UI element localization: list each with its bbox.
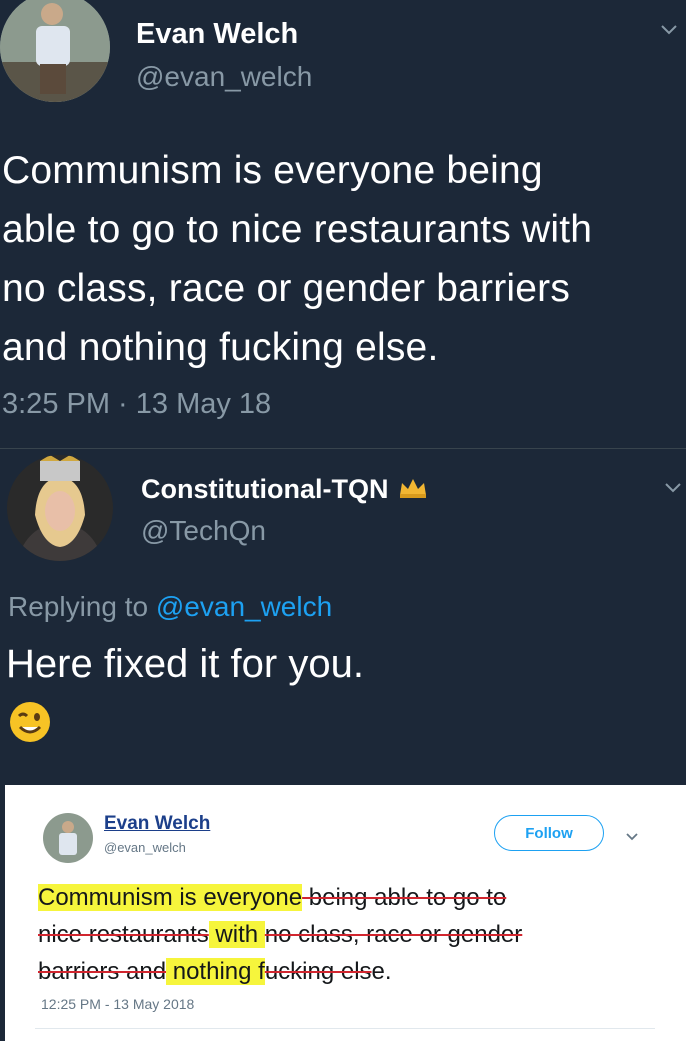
struck-text: nice restaurants [38,921,209,948]
tweet1-text: Communism is everyone being able to go t… [2,141,592,377]
highlighted-text: Communism is everyone [38,884,303,911]
tweet2-text: Here fixed it for you. [6,642,364,686]
card-text-end: e. [371,958,392,985]
tweet1-text-line: Communism is everyone being [2,149,543,192]
card-author-handle: @evan_welch [104,840,186,855]
struck-text: barriers and [38,958,167,985]
tweet2-author-name-text: Constitutional-TQN [141,474,389,504]
tweet2-author-handle[interactable]: @TechQn [141,515,266,547]
tweet1-author-handle[interactable]: @evan_welch [136,61,312,93]
person-photo-icon [0,0,110,102]
chevron-down-icon[interactable] [625,829,639,847]
tweet1-author-name[interactable]: Evan Welch [136,18,298,51]
tweet1-text-line: and nothing fucking else. [2,326,439,369]
struck-text: being able to go to [302,884,507,911]
tweet2-author-name[interactable]: Constitutional-TQN [141,474,428,506]
card-text-line: barriers and nothing fucking else. [38,953,678,990]
highlighted-text: with [208,921,265,948]
crown-icon [398,475,428,506]
highlighted-text: f [258,958,265,985]
tweet1-text-line: able to go to nice restaurants with [2,208,593,251]
tweet1-timestamp[interactable]: 3:25 PM · 13 May 18 [2,388,271,421]
card-text-line: Communism is everyone being able to go t… [38,879,678,916]
tweet1-text-line: no class, race or gender barriers [2,267,571,310]
replying-handle-link[interactable]: @evan_welch [156,591,332,622]
highlighted-text: nothing [166,958,259,985]
avatar-evan-welch[interactable] [0,0,110,102]
avatar-techqn[interactable] [7,455,113,561]
wink-emoji [8,700,52,749]
divider [0,448,686,449]
struck-text: no class, race or gender [264,921,523,948]
person-photo-icon [43,813,93,863]
follow-button[interactable]: Follow [494,815,604,851]
card-bottom-divider [35,1028,655,1029]
replying-prefix: Replying to [8,591,156,622]
wink-face-icon [10,702,50,742]
embedded-tweet-image[interactable]: Evan Welch @evan_welch Follow Communism … [5,785,686,1041]
card-author-name[interactable]: Evan Welch [104,813,210,835]
chevron-down-icon[interactable] [660,16,678,42]
struck-text: ucking els [264,958,372,985]
replying-to: Replying to @evan_welch [8,591,332,623]
card-text-line: nice restaurants with no class, race or … [38,916,678,953]
chevron-down-icon[interactable] [664,474,682,500]
card-timestamp: 12:25 PM - 13 May 2018 [41,996,195,1012]
queen-photo-icon [7,455,113,561]
card-avatar[interactable] [43,813,93,863]
card-tweet-text: Communism is everyone being able to go t… [38,879,678,990]
